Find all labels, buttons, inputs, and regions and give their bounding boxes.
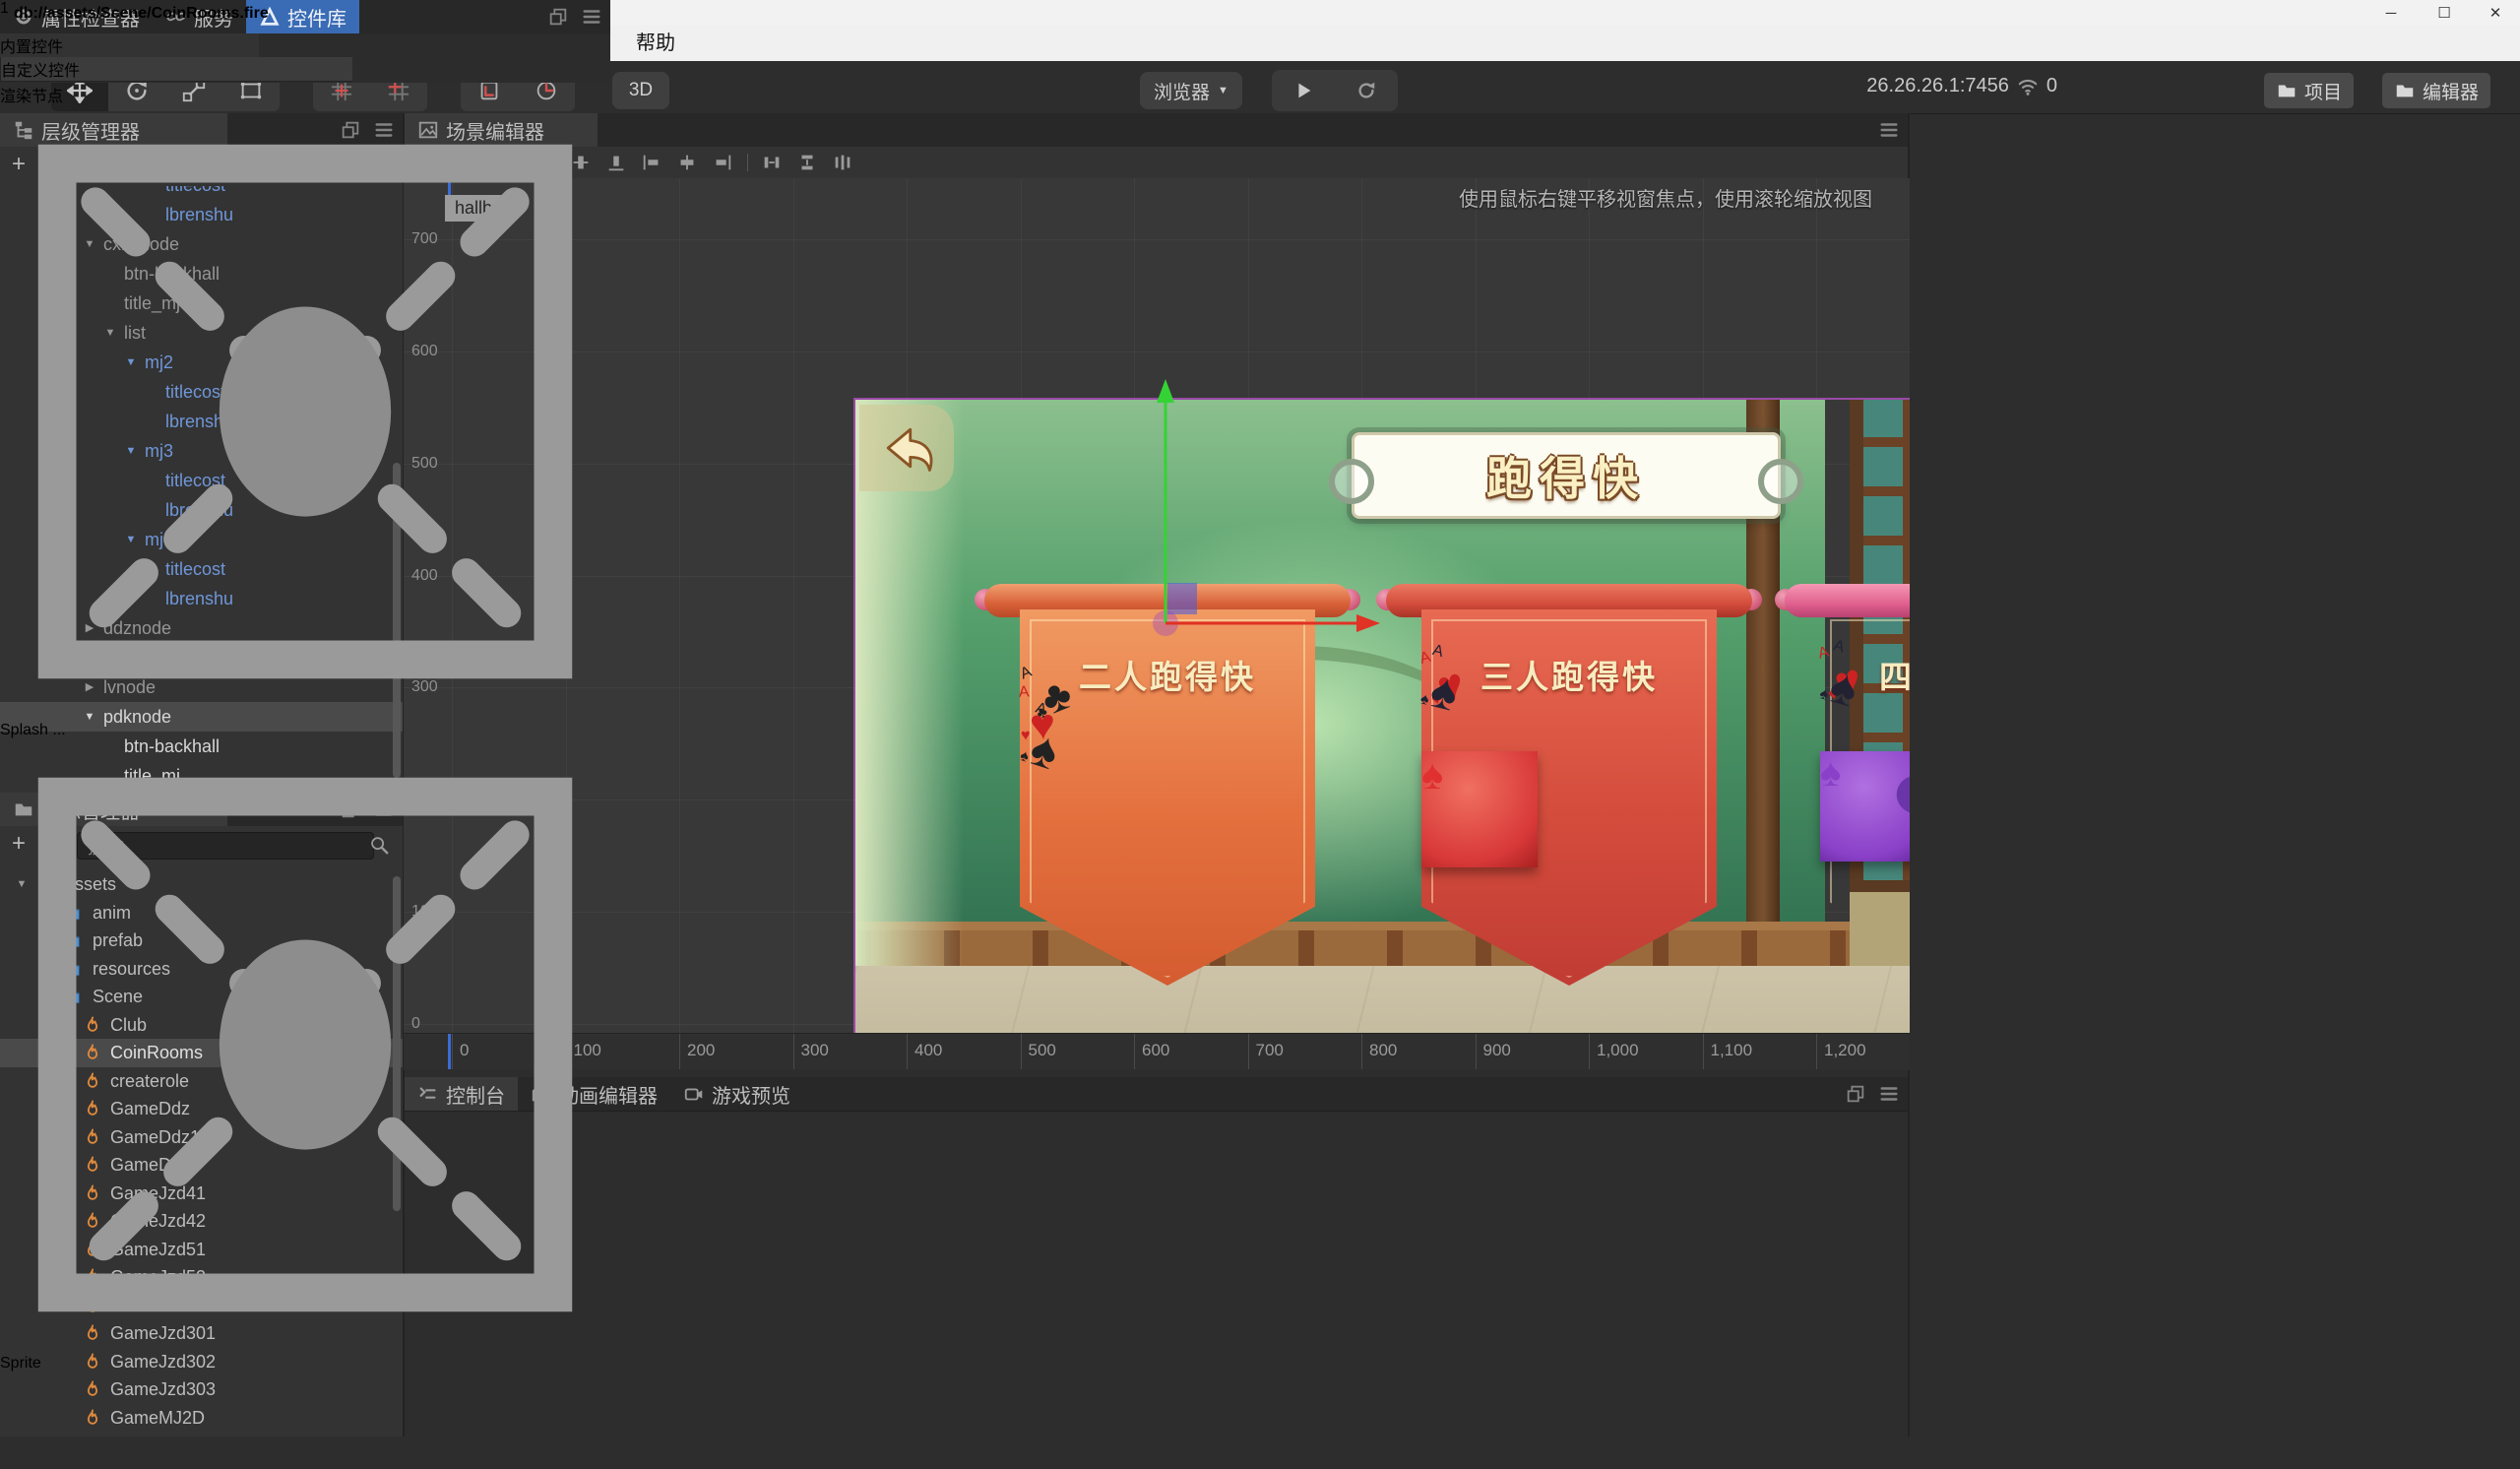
widget-library: 渲染节点Splash ...SpriteTXTLabelTxTRich Text… (0, 83, 610, 1372)
preview-group (1272, 70, 1398, 111)
preview-target-label: 浏览器 (1154, 82, 1211, 103)
custom-widgets-label: 自定义控件 (1, 63, 81, 80)
widget-subtabs: 内置控件 自定义控件 (0, 33, 610, 83)
refresh-icon (1355, 80, 1377, 101)
preview-ip: 26.26.26.1:7456 (1866, 75, 2009, 96)
spriteframe-icon (0, 106, 610, 722)
plaque-ornament (1758, 459, 1803, 504)
tab-builtin-widgets[interactable]: 内置控件 (0, 33, 259, 57)
play-button[interactable] (1272, 70, 1335, 111)
room-banner-1: 二人跑得快 A ♣♣ A ♥♥ A ♠♠ (975, 582, 1360, 1033)
align-tool-6-icon[interactable] (712, 152, 733, 173)
room-banner-2: 三人跑得快 A ♥♥ A ♠♠ ♠ (1376, 582, 1762, 1033)
panel-gap (405, 1069, 1908, 1077)
room-banner-3: 四人跑得快 A♥♥A♠♠♠ (1775, 582, 1910, 1033)
banner-art (1421, 609, 1717, 986)
align-tool-7-icon[interactable] (761, 152, 783, 173)
folder-icon (2394, 80, 2416, 101)
open-editor-button[interactable]: 编辑器 (2382, 73, 2491, 108)
refresh-preview-button[interactable] (1335, 70, 1398, 111)
banner-body: 三人跑得快 (1421, 609, 1717, 986)
close-button[interactable]: ✕ (2473, 0, 2518, 26)
align-tool-9-icon[interactable] (832, 152, 853, 173)
widget-Sprite[interactable]: Sprite (0, 739, 610, 1373)
back-arrow-icon (875, 418, 938, 478)
ruler-x-label: 200 (687, 1041, 716, 1059)
ruler-x-label: 700 (1255, 1041, 1284, 1059)
scene-viewport[interactable]: 7006005004003002001000 跑得快 返回大厅 (404, 178, 1910, 1033)
chevron-down-icon: ▼ (1218, 85, 1228, 96)
open-project-button[interactable]: 项目 (2264, 73, 2355, 108)
ruler-x-label: 800 (1369, 1041, 1398, 1059)
title-plaque: 跑得快 (1329, 432, 1803, 519)
mode-3d-button[interactable]: 3D (612, 72, 669, 109)
ruler-x-label: 300 (800, 1041, 829, 1059)
section-渲染节点: 渲染节点 (0, 89, 64, 105)
ruler-x-label: 400 (914, 1041, 943, 1059)
float-panel-icon[interactable] (1845, 1083, 1866, 1105)
ruler-x-label: 500 (1028, 1041, 1056, 1059)
banner-body: 二人跑得快 (1020, 609, 1315, 986)
console-tabstrip: 控制台 动画编辑器 游戏预览 (405, 1077, 1908, 1112)
tab-label: 控件库 (287, 8, 346, 31)
banner-art (1820, 609, 1910, 986)
ruler-x-label: 1,200 (1824, 1041, 1866, 1059)
builtin-widgets-label: 内置控件 (0, 39, 64, 56)
ruler-x: 0 100 200 300 400 500 600 700 800 900 1,000 1,100 1,… (404, 1033, 1910, 1070)
minimize-button[interactable]: ─ (2368, 0, 2414, 26)
back-button (859, 405, 954, 491)
wifi-icon (2017, 76, 2039, 97)
play-icon (1292, 80, 1314, 101)
ruler-x-label: 1,100 (1710, 1041, 1753, 1059)
folder-icon (2276, 80, 2298, 101)
maximize-button[interactable]: ☐ (2422, 0, 2467, 26)
widget-label: Splash ... (0, 722, 66, 738)
banner-art (1020, 609, 1315, 986)
preview-address: 26.26.26.1:7456 0 (1866, 75, 2057, 97)
widget-Splash[interactable]: Splash ... (0, 106, 610, 739)
panel-menu-icon[interactable] (581, 6, 602, 28)
panel-menu-icon[interactable] (1878, 119, 1900, 141)
plaque-ornament (1329, 459, 1374, 504)
scene-toolbar (405, 147, 1908, 179)
ruler-x-label: 1,000 (1597, 1041, 1639, 1059)
game-title: 跑得快 (1486, 453, 1646, 504)
tab-custom-widgets[interactable]: 自定义控件 (0, 57, 352, 82)
align-tool-4-icon[interactable] (641, 152, 662, 173)
cocos-creator-window: Cocos Creator - NewProject - db://assets… (0, 0, 2520, 1469)
viewport-hint: 使用鼠标右键平移视窗焦点，使用滚轮缩放视图 (1459, 189, 1872, 211)
panel-menu-icon[interactable] (1878, 1083, 1900, 1105)
tab-游戏预览[interactable]: 游戏预览 (670, 1077, 803, 1111)
labelw-icon: TXT (0, 1373, 610, 1469)
mode-3d-label: 3D (628, 80, 654, 100)
preview-target-dropdown[interactable]: 浏览器 ▼ (1140, 72, 1242, 109)
preview-icon (683, 1083, 705, 1105)
widget-label: Sprite (0, 1355, 41, 1372)
menu-帮助[interactable]: 帮助 (622, 26, 689, 61)
statusbar: db://assets/Scene/CoinRooms.fire 1 (0, 0, 269, 22)
open-project-label: 项目 (2304, 82, 2343, 103)
float-panel-icon[interactable] (547, 6, 569, 28)
connected-count: 0 (2046, 75, 2057, 96)
ruler-x-label: 600 (1142, 1041, 1170, 1059)
tab-label: 游戏预览 (712, 1085, 790, 1108)
align-tool-8-icon[interactable] (796, 152, 818, 173)
spriteframe-icon (0, 739, 610, 1355)
align-tool-5-icon[interactable] (676, 152, 698, 173)
banner-body: 四人跑得快 (1820, 609, 1910, 986)
ruler-x-label: 900 (1482, 1041, 1511, 1059)
toolbar-separator (747, 154, 748, 171)
game-canvas: 跑得快 返回大厅 二人跑得快 A♣♣A♥♥A♠♠ 三人跑得快 A♥♥A♠♠♠ (853, 398, 1910, 1033)
open-editor-label: 编辑器 (2423, 82, 2480, 103)
status-path: db://assets/Scene/CoinRooms.fire (14, 5, 269, 22)
widget-Label[interactable]: TXTLabel (0, 1373, 610, 1469)
scene-tabstrip: 场景编辑器 (405, 113, 1908, 148)
